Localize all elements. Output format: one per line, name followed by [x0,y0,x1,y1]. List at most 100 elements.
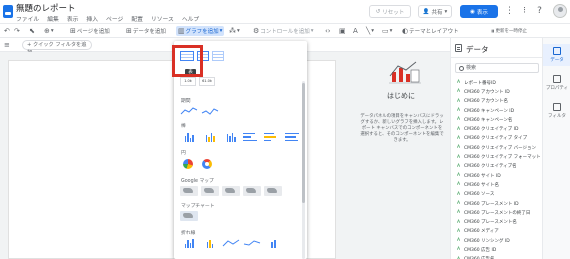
section-label-google-maps: Google マップ [181,179,214,184]
field-item[interactable]: A レポート番号ID [451,78,543,87]
field-item[interactable]: A CM360 メディア [451,227,543,236]
rail-properties-tab[interactable]: プロパティ [543,72,570,94]
sidebar-toggle[interactable]: ≡ [4,40,10,50]
bar-chart-option[interactable] [243,132,261,142]
undo-button[interactable]: ↶ [4,26,10,36]
pause-updates-button[interactable]: ⏸ 更新を一時停止 [491,26,527,36]
chevron-down-icon: ▾ [371,28,374,34]
add-control-button[interactable]: ⚙ コントロールを追加 ▾ [253,26,314,36]
embed-code-button[interactable]: ‹› [325,26,331,36]
add-data-icon: ⊞ [126,27,132,35]
text-field-type-icon: A [457,126,461,132]
field-name: CM360 プレースメント名 [464,220,517,226]
field-item[interactable]: A CM360 クリエイティブ ID [451,124,543,133]
pause-updates-label: 更新を一時停止 [495,29,528,34]
scorecard-option[interactable]: 1.0k [180,77,196,86]
field-name: CM360 クリエイティブ バージョン [464,145,537,151]
select-tool[interactable]: ⬉ [29,26,35,36]
menu-icon: ≡ [4,41,10,49]
field-item[interactable]: A CM360 キャンペーン ID [451,106,543,115]
timeseries-chart-option[interactable] [180,106,198,116]
field-item[interactable]: A CM360 クリエイティブ バージョン [451,143,543,152]
field-item[interactable]: ACM360 広告名 [451,255,543,259]
add-data-button[interactable]: ⊞ データを追加 [126,26,166,36]
map-chart-row [180,211,198,221]
text-button[interactable]: A [353,26,358,36]
theme-layout-button[interactable]: ◐ テーマとレイアウト [402,26,459,36]
stacked-column-chart-option[interactable] [222,132,240,142]
combo-chart-option[interactable] [201,238,219,248]
line-button[interactable]: ╲ ▾ [366,26,374,36]
menu-file[interactable]: ファイル [16,14,39,23]
smoothed-line-chart-option[interactable] [222,238,240,248]
rail-data-tab[interactable]: データ [543,44,570,66]
field-item[interactable]: A CM360 プレースメントの終了日 [451,208,543,217]
view-button[interactable]: ◉ 表示 [460,5,498,18]
field-item[interactable]: A CM360 キャンペーン名 [451,115,543,124]
field-name: CM360 クリエイティブ タイプ [464,136,528,142]
report-title[interactable]: 無題のレポート [16,2,76,14]
grouped-bar-chart-option[interactable] [264,132,282,142]
more-vert-icon[interactable]: ⋮ [503,5,516,18]
line-chart-option[interactable] [180,238,198,248]
bubble-map-option[interactable] [180,186,198,196]
field-item[interactable]: A CM360 クリエイティブ タイプ [451,134,543,143]
candlestick-chart-option[interactable] [264,238,282,248]
field-name: CM360 クリエイティブ ID [464,127,519,133]
menu-page[interactable]: ページ [106,14,123,23]
zoom-tool[interactable]: ⊕ ▾ [44,26,54,36]
menu-view[interactable]: 表示 [67,14,79,23]
menu-help[interactable]: ヘルプ [182,14,199,23]
donut-chart-option[interactable] [202,159,212,169]
field-item[interactable]: A CM360 サイト名 [451,180,543,189]
shape-button[interactable]: ▭ ▾ [382,26,392,36]
menu-insert[interactable]: 挿入 [86,14,98,23]
apps-grid-icon[interactable]: ⁝ [518,5,531,18]
stacked-line-chart-option[interactable] [243,238,261,248]
field-item[interactable]: A CM360 ソース [451,190,543,199]
column-chart-option[interactable] [180,132,198,142]
menu-arrange[interactable]: 配置 [131,14,143,23]
menu-edit[interactable]: 編集 [47,14,59,23]
field-name: CM360 プレースメントの終了日 [464,210,531,216]
image-button[interactable]: ▣ [339,26,346,36]
community-viz-button[interactable]: ⁂ ▾ [229,26,240,36]
field-item[interactable]: A CM360 プレースメント名 [451,217,543,226]
help-icon[interactable]: ? [533,5,546,18]
grouped-column-chart-option[interactable] [201,132,219,142]
menu-scrollbar-thumb[interactable] [302,83,305,203]
field-item[interactable]: A CM360 アカウント名 [451,97,543,106]
field-item[interactable]: A CM360 広告 ID [451,245,543,254]
field-item[interactable]: A CM360 リンシング ID [451,236,543,245]
add-page-button[interactable]: ⊞ ページを追加 [70,26,110,36]
filled-map-option[interactable] [201,186,219,196]
field-item[interactable]: A CM360 クリエイティブ フォーマット [451,152,543,161]
field-item[interactable]: A CM360 プレースメント ID [451,199,543,208]
field-item[interactable]: A CM360 クリエイティブ名 [451,162,543,171]
text-field-type-icon: A [457,80,461,86]
rail-filter-tab[interactable]: フィルタ [543,100,570,122]
field-item[interactable]: A CM360 アカウント ID [451,87,543,96]
pie-chart-option[interactable] [183,159,193,169]
geo-chart-option[interactable] [264,186,282,196]
field-item[interactable]: A CM360 サイト ID [451,171,543,180]
text-field-type-icon: A [457,228,461,234]
reset-button[interactable]: ↺ リセット [369,5,411,18]
sparkline-chart-option[interactable] [201,106,219,116]
field-search-input[interactable]: 検索 [455,63,539,73]
share-button[interactable]: 👤 共有 ▾ [418,5,452,18]
geo-map-option[interactable] [180,211,198,221]
looker-studio-logo[interactable] [3,5,13,18]
scorecard-compact-option[interactable]: 61.0k [199,77,215,86]
field-name: CM360 クリエイティブ名 [464,164,517,170]
add-chart-button[interactable]: ▥ グラフを追加 ▾ [176,26,225,36]
stacked-bar-chart-option[interactable] [285,132,303,142]
user-avatar[interactable] [553,4,567,18]
table-heatmap-chart-option[interactable] [212,51,224,61]
line-map-option[interactable] [243,186,261,196]
menu-resource[interactable]: リソース [151,14,174,23]
heatmap-option[interactable] [222,186,240,196]
redo-button[interactable]: ↷ [14,26,20,36]
add-page-icon: ⊞ [70,27,76,35]
quick-filter-input[interactable]: + クイック フィルタを追加 [22,40,92,56]
